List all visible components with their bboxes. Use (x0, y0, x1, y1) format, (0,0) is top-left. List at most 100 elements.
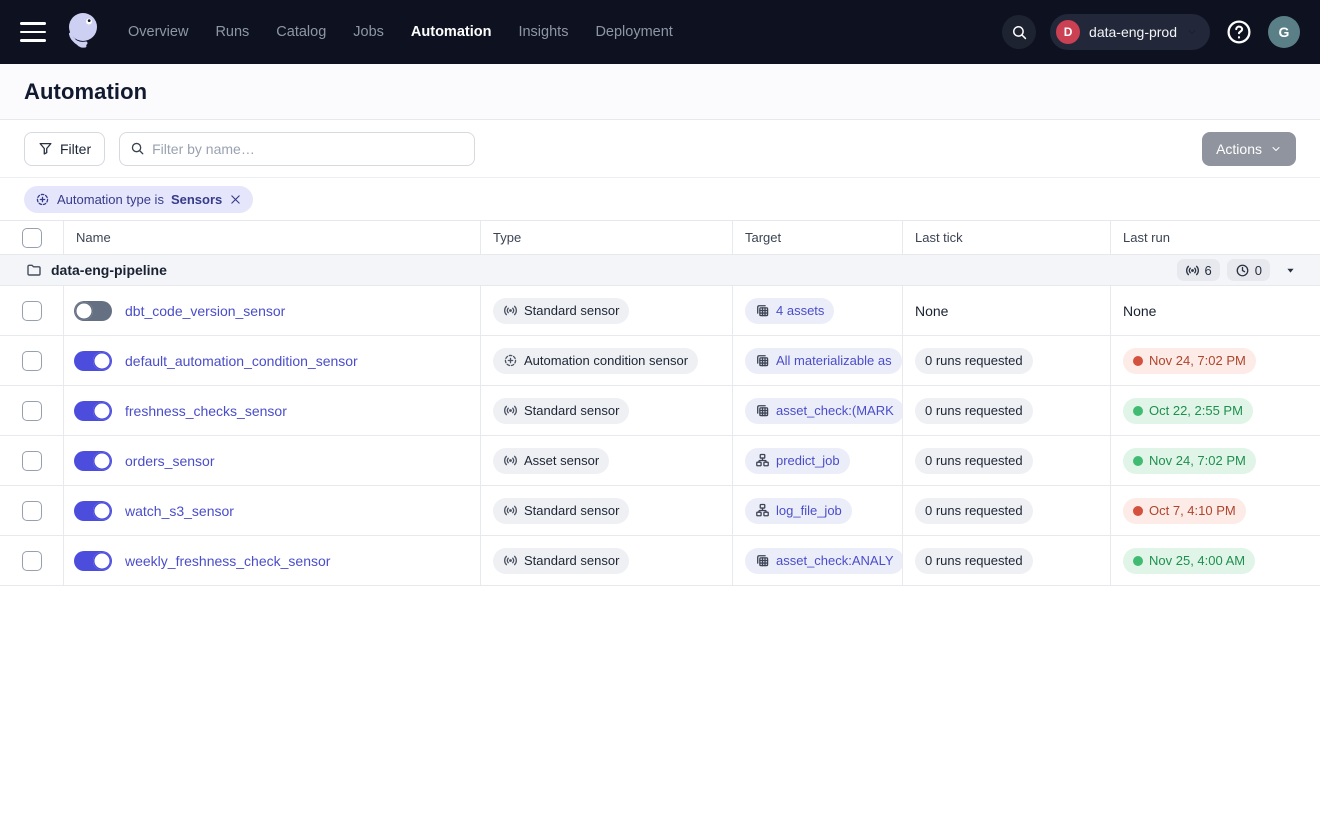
sensor-icon (503, 303, 518, 318)
nav-item-deployment[interactable]: Deployment (595, 24, 672, 40)
sensor-name-link[interactable]: watch_s3_sensor (125, 503, 234, 519)
sensor-name-link[interactable]: weekly_freshness_check_sensor (125, 553, 330, 569)
nav-item-overview[interactable]: Overview (128, 24, 188, 40)
select-all-checkbox[interactable] (22, 228, 42, 248)
actions-button-label: Actions (1216, 141, 1262, 157)
target-link-tag[interactable]: asset_check:(MARK (745, 398, 903, 424)
automation-table-body: dbt_code_version_sensor Standard sensor … (0, 286, 1320, 586)
sensor-name-link[interactable]: dbt_code_version_sensor (125, 303, 285, 319)
asset-icon (755, 353, 770, 368)
actions-button[interactable]: Actions (1202, 132, 1296, 166)
sensor-type-tag: Standard sensor (493, 298, 629, 324)
active-filters-row: Automation type is Sensors (0, 178, 1320, 221)
sensor-enabled-toggle[interactable] (74, 501, 112, 521)
row-checkbox[interactable] (22, 401, 42, 421)
run-status-dot-icon (1133, 506, 1143, 516)
last-run-status-tag[interactable]: Nov 25, 4:00 AM (1123, 548, 1255, 574)
job-icon (755, 453, 770, 468)
sensor-type-tag: Automation condition sensor (493, 348, 698, 374)
sensor-type-tag: Asset sensor (493, 448, 609, 474)
last-tick-tag: 0 runs requested (915, 498, 1033, 524)
filter-chip-automation-type[interactable]: Automation type is Sensors (24, 186, 253, 213)
sensor-icon (503, 553, 518, 568)
workspace-badge: D (1056, 20, 1080, 44)
asset-icon (755, 303, 770, 318)
name-filter-field[interactable] (119, 132, 475, 166)
search-icon (1011, 24, 1028, 41)
code-location-group-row[interactable]: data-eng-pipeline 6 0 (0, 255, 1320, 286)
toolbar: Filter Actions (0, 120, 1320, 178)
target-link-tag[interactable]: predict_job (745, 448, 850, 474)
sensor-name-link[interactable]: default_automation_condition_sensor (125, 353, 358, 369)
dagster-logo-icon[interactable] (62, 8, 106, 56)
column-header-last-run: Last run (1111, 221, 1320, 254)
row-checkbox[interactable] (22, 451, 42, 471)
target-link-tag[interactable]: All materializable as (745, 348, 902, 374)
filter-chip-prefix: Automation type is (57, 192, 164, 207)
column-header-type: Type (481, 221, 733, 254)
remove-filter-icon[interactable] (229, 193, 242, 206)
top-navigation-bar: Overview Runs Catalog Jobs Automation In… (0, 0, 1320, 64)
column-header-name: Name (64, 221, 481, 254)
table-row: orders_sensor Asset sensor predict_job 0… (0, 436, 1320, 486)
clock-icon (1235, 263, 1250, 278)
run-status-dot-icon (1133, 356, 1143, 366)
workspace-switcher[interactable]: D data-eng-prod (1050, 14, 1210, 50)
user-avatar[interactable]: G (1268, 16, 1300, 48)
table-header: Name Type Target Last tick Last run (0, 221, 1320, 255)
primary-nav: Overview Runs Catalog Jobs Automation In… (128, 24, 673, 40)
sensor-type-tag: Standard sensor (493, 548, 629, 574)
nav-item-automation[interactable]: Automation (411, 24, 492, 40)
target-link-tag[interactable]: asset_check:ANALY (745, 548, 903, 574)
sensor-enabled-toggle[interactable] (74, 301, 112, 321)
collapse-group-icon[interactable] (1285, 265, 1296, 276)
search-icon (130, 141, 145, 156)
last-run-status-tag[interactable]: Oct 22, 2:55 PM (1123, 398, 1253, 424)
target-link-tag[interactable]: log_file_job (745, 498, 852, 524)
nav-item-insights[interactable]: Insights (518, 24, 568, 40)
code-location-name: data-eng-pipeline (51, 262, 167, 278)
last-run-status-tag[interactable]: Nov 24, 7:02 PM (1123, 448, 1256, 474)
last-run-value: None (1123, 303, 1156, 319)
sensor-name-link[interactable]: freshness_checks_sensor (125, 403, 287, 419)
run-status-dot-icon (1133, 406, 1143, 416)
name-filter-input[interactable] (152, 141, 464, 157)
help-icon (1226, 19, 1252, 45)
help-button[interactable] (1224, 17, 1254, 47)
table-row: weekly_freshness_check_sensor Standard s… (0, 536, 1320, 586)
row-checkbox[interactable] (22, 501, 42, 521)
sensor-name-link[interactable]: orders_sensor (125, 453, 215, 469)
column-header-target: Target (733, 221, 903, 254)
target-link-tag[interactable]: 4 assets (745, 298, 834, 324)
table-row: freshness_checks_sensor Standard sensor … (0, 386, 1320, 436)
title-bar: Automation (0, 64, 1320, 120)
sensor-enabled-toggle[interactable] (74, 401, 112, 421)
filter-button-label: Filter (60, 141, 91, 157)
last-tick-tag: 0 runs requested (915, 448, 1033, 474)
automation-icon (503, 353, 518, 368)
last-run-status-tag[interactable]: Nov 24, 7:02 PM (1123, 348, 1256, 374)
run-status-dot-icon (1133, 556, 1143, 566)
table-row: watch_s3_sensor Standard sensor log_file… (0, 486, 1320, 536)
page-title: Automation (24, 79, 147, 105)
column-header-last-tick: Last tick (903, 221, 1111, 254)
sensor-enabled-toggle[interactable] (74, 451, 112, 471)
sensor-enabled-toggle[interactable] (74, 351, 112, 371)
sensor-type-tag: Standard sensor (493, 498, 629, 524)
sensor-type-tag: Standard sensor (493, 398, 629, 424)
nav-item-jobs[interactable]: Jobs (353, 24, 384, 40)
row-checkbox[interactable] (22, 301, 42, 321)
job-icon (755, 503, 770, 518)
sensor-enabled-toggle[interactable] (74, 551, 112, 571)
last-tick-tag: 0 runs requested (915, 348, 1033, 374)
last-tick-value: None (915, 303, 948, 319)
filter-button[interactable]: Filter (24, 132, 105, 166)
search-button[interactable] (1002, 15, 1036, 49)
table-row: dbt_code_version_sensor Standard sensor … (0, 286, 1320, 336)
last-run-status-tag[interactable]: Oct 7, 4:10 PM (1123, 498, 1246, 524)
nav-item-catalog[interactable]: Catalog (276, 24, 326, 40)
row-checkbox[interactable] (22, 351, 42, 371)
row-checkbox[interactable] (22, 551, 42, 571)
nav-item-runs[interactable]: Runs (215, 24, 249, 40)
hamburger-menu-icon[interactable] (20, 22, 46, 42)
